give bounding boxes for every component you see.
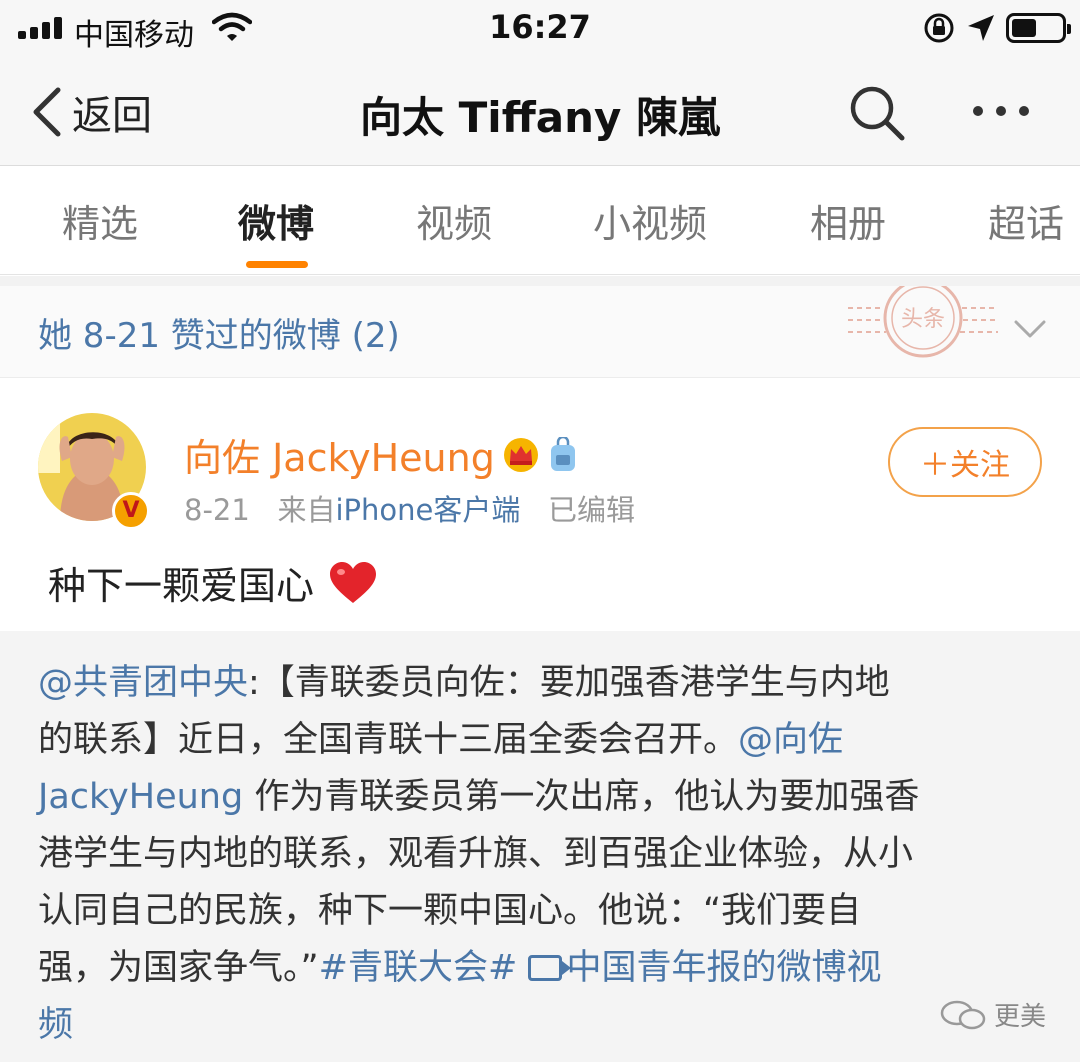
video-link[interactable]: 频 <box>38 1005 73 1045</box>
tab-bar: 精选 微博 视频 小视频 相册 超话 <box>0 167 1080 275</box>
post-date: 8-21 <box>184 493 250 527</box>
mention-link[interactable]: JackyHeung <box>38 777 243 817</box>
headline-stamp-icon: 头条 <box>848 286 998 358</box>
tab-video[interactable]: 视频 <box>416 193 492 248</box>
backpack-icon[interactable] <box>547 436 579 473</box>
repost-text-segment: 认同自己的民族，种下一颗中国心。他说：“我们要自 <box>38 891 862 931</box>
status-time: 16:27 <box>489 8 591 46</box>
mention-link[interactable]: @共青团中央 <box>38 663 248 703</box>
watermark: 更美 <box>940 996 1046 1033</box>
post-meta: 8-21 来自iPhone客户端 已编辑 <box>184 487 635 529</box>
follow-button[interactable]: ＋关注 <box>888 427 1042 497</box>
repost-text-segment: 作为青联委员第一次出席，他认为要加强香 <box>243 777 920 817</box>
page-title: 向太 Tiffany 陳嵐 <box>360 93 720 142</box>
heart-icon <box>330 561 377 603</box>
divider <box>0 276 1080 286</box>
liked-posts-label: 她 8-21 赞过的微博 (2) <box>38 316 400 356</box>
post-text: 种下一颗爱国心 <box>48 564 315 608</box>
verified-badge: V <box>112 492 150 530</box>
post-source[interactable]: iPhone客户端 <box>336 493 521 527</box>
weibo-post: V 向佐 JackyHeung 8-21 来自iPhone客户端 已编辑 ＋关注… <box>0 379 1080 631</box>
nav-bar: 返回 向太 Tiffany 陳嵐 <box>0 56 1080 166</box>
battery-icon <box>1006 13 1071 43</box>
video-icon <box>528 955 572 981</box>
tab-featured[interactable]: 精选 <box>62 193 138 248</box>
stamp-text: 头条 <box>901 307 945 332</box>
tab-short-video[interactable]: 小视频 <box>593 193 707 248</box>
post-text-row: 种下一颗爱国心 <box>48 555 378 610</box>
repost-text-segment: :【青联委员向佐：要加强香港学生与内地 <box>248 663 890 703</box>
location-icon <box>968 15 994 41</box>
wechat-icon <box>940 1000 986 1029</box>
repost-text-segment: 港学生与内地的联系，观看升旗、到百强企业体验，从小 <box>38 834 914 874</box>
status-bar: 中国移动 16:27 <box>0 0 1080 56</box>
watermark-text: 更美 <box>994 1002 1047 1032</box>
more-icon[interactable] <box>966 86 1036 136</box>
active-tab-indicator <box>246 261 308 268</box>
tab-album[interactable]: 相册 <box>810 193 886 248</box>
liked-posts-header[interactable]: 她 8-21 赞过的微博 (2) 头条 <box>0 286 1080 378</box>
chevron-down-icon[interactable] <box>1010 312 1050 348</box>
orientation-lock-icon <box>924 13 954 43</box>
search-icon[interactable] <box>846 82 908 144</box>
repost-text-segment: 的联系】近日，全国青联十三届全委会召开。 <box>38 720 739 760</box>
reposted-content[interactable]: @共青团中央:【青联委员向佐：要加强香港学生与内地 的联系】近日，全国青联十三届… <box>0 631 1080 1062</box>
hashtag-link[interactable]: #青联大会# <box>319 948 518 988</box>
mention-link[interactable]: @向佐 <box>738 720 843 760</box>
tab-super-topic[interactable]: 超话 <box>988 193 1064 248</box>
post-username[interactable]: 向佐 JackyHeung <box>184 427 495 482</box>
post-source-prefix: 来自 <box>277 493 336 527</box>
repost-text: @共青团中央:【青联委员向佐：要加强香港学生与内地 的联系】近日，全国青联十三届… <box>38 655 1048 1054</box>
video-link[interactable]: 中国青年报的微博视 <box>566 948 881 988</box>
crown-icon[interactable] <box>503 437 539 473</box>
repost-text-segment: 强，为国家争气。” <box>38 948 319 988</box>
tab-weibo[interactable]: 微博 <box>238 193 314 248</box>
post-edited: 已编辑 <box>548 493 636 527</box>
